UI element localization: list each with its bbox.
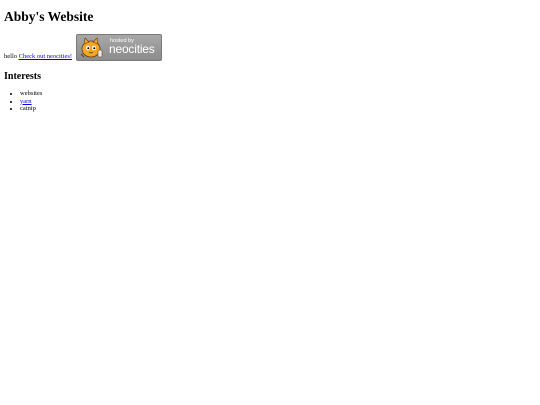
badge-brand-text: neocities [109,42,155,56]
interests-list: websites yarn catnip [4,90,534,113]
interest-yarn-link[interactable]: yarn [20,98,32,105]
list-item: catnip [20,105,534,113]
hosted-by-neocities-badge[interactable]: hosted by neocities [76,34,162,61]
page-title: Abby's Website [4,9,94,24]
list-item: yarn [20,98,534,106]
greeting-text: hello [4,53,17,60]
page-content: Abby's Website hello Check out neocities… [4,0,534,113]
hello-paragraph: hello Check out neocities! [4,53,72,61]
list-item: websites [20,90,534,98]
interest-websites: websites [20,90,43,97]
neocities-link[interactable]: Check out neocities! [19,53,72,60]
hello-line: hello Check out neocities! hosted by neo… [4,34,534,61]
interest-catnip: catnip [20,105,36,113]
interests-heading: Interests [4,71,42,82]
neocities-cat-icon [80,37,103,58]
